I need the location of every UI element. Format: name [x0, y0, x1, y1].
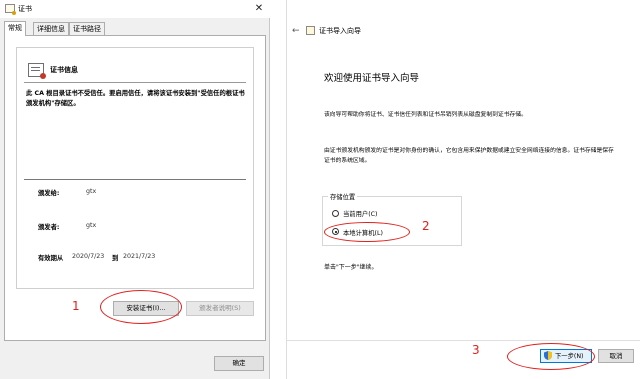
issued-by-label: 颁发者:	[38, 224, 60, 231]
close-icon[interactable]: ✕	[252, 3, 266, 15]
divider	[24, 179, 246, 180]
certificate-icon	[5, 4, 16, 15]
continue-hint: 单击"下一步"继续。	[324, 264, 378, 271]
valid-to-value: 2021/7/23	[123, 253, 156, 260]
wizard-description: 该向导可帮助你将证书、证书信任列表和证书吊销列表从磁盘复制到证书存储。	[324, 112, 527, 118]
current-user-label[interactable]: 当前用户(C)	[343, 209, 378, 218]
certificate-warning-icon	[28, 63, 46, 79]
local-machine-label[interactable]: 本地计算机(L)	[343, 228, 383, 237]
current-user-radio[interactable]	[332, 210, 339, 217]
tab-general[interactable]: 常规	[4, 21, 26, 36]
divider	[287, 340, 640, 341]
valid-from-value: 2020/7/23	[72, 253, 105, 260]
step-number-1: 1	[72, 299, 80, 313]
divider	[24, 82, 246, 83]
issued-to-label: 颁发给:	[38, 190, 60, 197]
issued-by-value: gtx	[86, 222, 97, 229]
certificate-dialog-titlebar: 证书 ✕	[0, 0, 270, 18]
step-number-2: 2	[422, 219, 430, 233]
issuer-statement-button: 颁发者说明(S)	[186, 301, 254, 316]
valid-from-label: 有效期从	[38, 255, 64, 262]
valid-to-label: 到	[112, 255, 119, 262]
tab-certification-path[interactable]: 证书路径	[69, 22, 105, 35]
certificate-info-title: 证书信息	[50, 66, 78, 74]
step-number-3: 3	[472, 343, 480, 357]
untrusted-warning-text: 此 CA 根目录证书不受信任。要启用信任，请将该证书安装到"受信任的根证书颁发机…	[26, 90, 245, 107]
install-certificate-button[interactable]: 安装证书(I)...	[113, 301, 179, 316]
tab-details[interactable]: 详细信息	[33, 22, 69, 35]
store-location-group	[322, 196, 462, 246]
next-button-label[interactable]: 下一步(N)	[555, 351, 584, 360]
wizard-title: 证书导入向导	[319, 27, 361, 35]
wizard-heading: 欢迎使用证书导入向导	[324, 73, 420, 84]
ok-button[interactable]: 确定	[214, 356, 264, 371]
certificate-import-wizard	[286, 0, 640, 379]
wizard-certificate-explanation: 由证书颁发机构颁发的证书是对你身份的确认，它包含用来保护数据或建立安全网络连接的…	[324, 148, 614, 164]
local-machine-radio[interactable]	[332, 228, 339, 235]
back-arrow-icon[interactable]: ←	[292, 26, 300, 36]
store-location-label: 存储位置	[328, 192, 358, 201]
issued-to-value: gtx	[86, 188, 97, 195]
dialog-title: 证书	[18, 5, 32, 13]
certificate-icon	[306, 26, 315, 35]
cancel-button[interactable]: 取消	[598, 349, 634, 363]
uac-shield-icon	[544, 351, 552, 360]
